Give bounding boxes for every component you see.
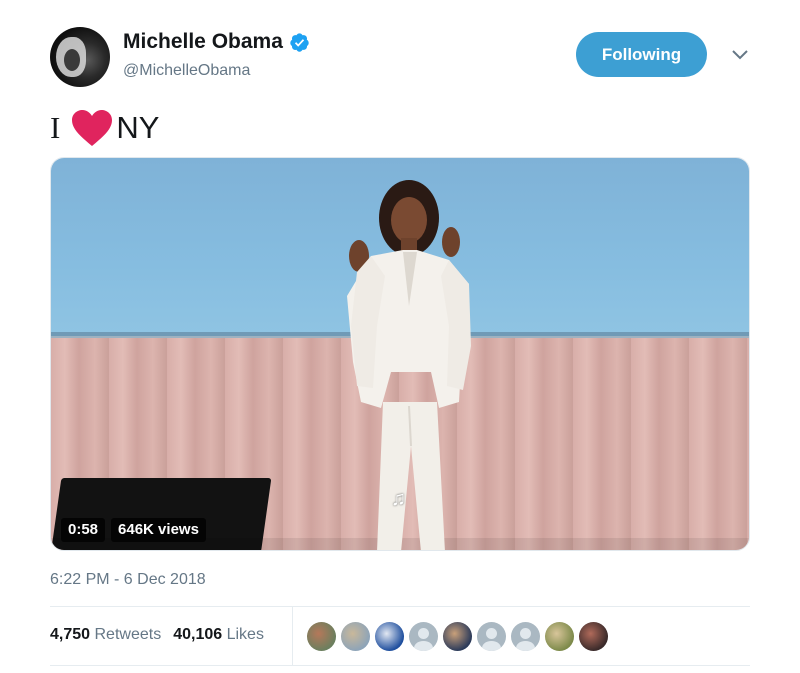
woman-figure (347, 180, 471, 550)
liker-avatar[interactable] (477, 622, 506, 651)
divider-vertical (292, 606, 293, 665)
divider-top (50, 606, 750, 607)
video-views: 646K views (111, 518, 206, 542)
red-heart-icon (72, 110, 113, 146)
likes-stat[interactable]: 40,106 Likes (173, 626, 264, 644)
likes-label: Likes (226, 626, 264, 643)
tweet-text: I NY (50, 108, 159, 148)
liker-avatar[interactable] (307, 622, 336, 651)
author-avatar[interactable] (50, 27, 110, 87)
likes-count: 40,106 (173, 626, 223, 643)
author-name-text[interactable]: Michelle Obama (123, 30, 283, 54)
liker-avatar[interactable] (443, 622, 472, 651)
liker-avatar[interactable] (545, 622, 574, 651)
liker-avatar[interactable] (579, 622, 608, 651)
liker-avatar[interactable] (375, 622, 404, 651)
retweets-label: Retweets (94, 626, 162, 643)
liker-avatars (307, 622, 608, 651)
tweet-text-after: NY (116, 110, 160, 145)
tweet-timestamp[interactable]: 6:22 PM - 6 Dec 2018 (50, 571, 206, 589)
tweet-text-before: I (50, 110, 61, 145)
following-button[interactable]: Following (576, 32, 707, 77)
verified-badge-icon (290, 32, 309, 52)
author-name[interactable]: Michelle Obama (123, 30, 310, 54)
retweets-count: 4,750 (50, 626, 91, 643)
avatar-face (64, 49, 80, 71)
liker-avatar[interactable] (341, 622, 370, 651)
chevron-down-icon[interactable] (730, 48, 750, 62)
retweets-stat[interactable]: 4,750 Retweets (50, 626, 161, 644)
music-note-icon: ♫ (391, 488, 406, 510)
video-player[interactable]: ♫ 0:58 646K views (50, 157, 750, 551)
video-overlay: 0:58 646K views (61, 518, 206, 542)
author-handle[interactable]: @MichelleObama (123, 62, 250, 80)
tweet-stats: 4,750 Retweets 40,106 Likes (50, 626, 264, 644)
divider-bottom (50, 665, 750, 666)
video-duration: 0:58 (61, 518, 106, 542)
liker-avatar[interactable] (409, 622, 438, 651)
liker-avatar[interactable] (511, 622, 540, 651)
